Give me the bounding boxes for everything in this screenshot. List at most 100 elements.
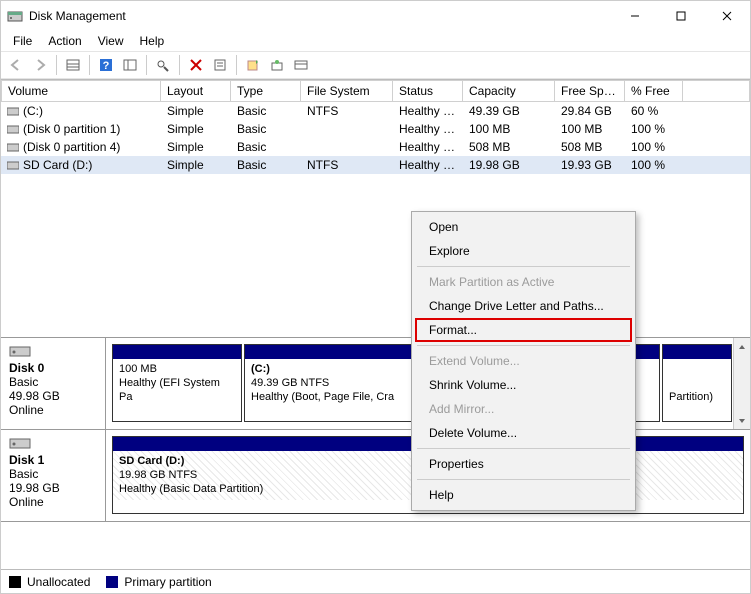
legend: Unallocated Primary partition	[1, 569, 750, 593]
delete-button[interactable]	[185, 54, 207, 76]
vol-type: Basic	[231, 120, 301, 138]
col-status[interactable]: Status	[393, 80, 463, 102]
wizard-button[interactable]	[266, 54, 288, 76]
disk-icon	[9, 436, 31, 450]
ctx-properties[interactable]: Properties	[415, 452, 632, 476]
ctx-separator	[417, 448, 630, 449]
settings-button[interactable]	[119, 54, 141, 76]
view-list-button[interactable]	[62, 54, 84, 76]
help-button[interactable]: ?	[95, 54, 117, 76]
vol-cap: 508 MB	[463, 138, 555, 156]
vol-free: 19.93 GB	[555, 156, 625, 174]
vol-free: 100 MB	[555, 120, 625, 138]
partition-status: Partition)	[669, 391, 713, 403]
vol-type: Basic	[231, 138, 301, 156]
vol-cap: 49.39 GB	[463, 102, 555, 120]
disk-kind: Basic	[9, 375, 38, 389]
app-icon	[7, 8, 23, 24]
vol-name: SD Card (D:)	[23, 158, 92, 172]
ctx-explore[interactable]: Explore	[415, 239, 632, 263]
partition-status: Healthy (Basic Data Partition)	[119, 483, 263, 495]
volume-row[interactable]: (Disk 0 partition 1)SimpleBasicHealthy (…	[1, 120, 750, 138]
close-button[interactable]	[704, 1, 750, 31]
svg-text:?: ?	[103, 60, 110, 72]
minimize-button[interactable]	[612, 1, 658, 31]
refresh-button[interactable]	[152, 54, 174, 76]
partition-size: 100 MB	[119, 363, 157, 375]
col-layout[interactable]: Layout	[161, 80, 231, 102]
vol-layout: Simple	[161, 120, 231, 138]
col-volume[interactable]: Volume	[1, 80, 161, 102]
volume-row[interactable]: SD Card (D:)SimpleBasicNTFSHealthy (B...…	[1, 156, 750, 174]
menu-file[interactable]: File	[5, 32, 40, 50]
ctx-separator	[417, 266, 630, 267]
ctx-format[interactable]: Format...	[415, 318, 632, 342]
vol-status: Healthy (B...	[393, 156, 463, 174]
vol-pct: 100 %	[625, 120, 683, 138]
disk-row-0: Disk 0 Basic 49.98 GB Online 100 MB Heal…	[1, 338, 750, 430]
maximize-button[interactable]	[658, 1, 704, 31]
vol-layout: Simple	[161, 156, 231, 174]
col-pctfree[interactable]: % Free	[625, 80, 683, 102]
ctx-extend: Extend Volume...	[415, 349, 632, 373]
volume-row[interactable]: (C:)SimpleBasicNTFSHealthy (B...49.39 GB…	[1, 102, 750, 120]
scrollbar-vertical[interactable]	[733, 338, 750, 429]
menu-help[interactable]: Help	[132, 32, 173, 50]
vol-free: 29.84 GB	[555, 102, 625, 120]
ctx-open[interactable]: Open	[415, 215, 632, 239]
partition-efi[interactable]: 100 MB Healthy (EFI System Pa	[112, 344, 242, 422]
volume-row[interactable]: (Disk 0 partition 4)SimpleBasicHealthy (…	[1, 138, 750, 156]
list-button[interactable]	[290, 54, 312, 76]
partition-header	[113, 345, 241, 359]
disk-size: 49.98 GB	[9, 389, 60, 403]
vol-cap: 19.98 GB	[463, 156, 555, 174]
partition-size: 19.98 GB NTFS	[119, 469, 197, 481]
disk-label-0[interactable]: Disk 0 Basic 49.98 GB Online	[1, 338, 106, 429]
partition-status: Healthy (EFI System Pa	[119, 377, 220, 403]
properties-button[interactable]	[209, 54, 231, 76]
partition-recovery[interactable]: Partition)	[662, 344, 732, 422]
vol-free: 508 MB	[555, 138, 625, 156]
vol-fs: NTFS	[301, 102, 393, 120]
titlebar[interactable]: Disk Management	[1, 1, 750, 31]
disk-title: Disk 1	[9, 453, 44, 467]
menubar: File Action View Help	[1, 31, 750, 51]
toolbar-separator	[89, 55, 90, 75]
toolbar-separator	[236, 55, 237, 75]
col-type[interactable]: Type	[231, 80, 301, 102]
col-filesystem[interactable]: File System	[301, 80, 393, 102]
disk-row-1: Disk 1 Basic 19.98 GB Online SD Card (D:…	[1, 430, 750, 522]
action-button[interactable]	[242, 54, 264, 76]
disk-size: 19.98 GB	[9, 481, 60, 495]
partition-name: SD Card (D:)	[119, 455, 184, 467]
toolbar-separator	[56, 55, 57, 75]
ctx-change-letter[interactable]: Change Drive Letter and Paths...	[415, 294, 632, 318]
scroll-down-icon[interactable]	[734, 412, 751, 429]
vol-layout: Simple	[161, 102, 231, 120]
toolbar-separator	[179, 55, 180, 75]
vol-fs: NTFS	[301, 156, 393, 174]
toolbar: ?	[1, 51, 750, 79]
ctx-help[interactable]: Help	[415, 483, 632, 507]
volume-list-header: Volume Layout Type File System Status Ca…	[1, 80, 750, 102]
vol-pct: 100 %	[625, 138, 683, 156]
legend-primary: Primary partition	[106, 575, 211, 589]
forward-button[interactable]	[29, 54, 51, 76]
disk-icon	[9, 344, 31, 358]
vol-status: Healthy (R...	[393, 138, 463, 156]
back-button[interactable]	[5, 54, 27, 76]
menu-view[interactable]: View	[90, 32, 132, 50]
ctx-shrink[interactable]: Shrink Volume...	[415, 373, 632, 397]
vol-fs	[301, 120, 393, 138]
col-freespace[interactable]: Free Spa...	[555, 80, 625, 102]
legend-unallocated: Unallocated	[9, 575, 90, 589]
ctx-separator	[417, 345, 630, 346]
scroll-up-icon[interactable]	[734, 338, 751, 355]
col-capacity[interactable]: Capacity	[463, 80, 555, 102]
disk-label-1[interactable]: Disk 1 Basic 19.98 GB Online	[1, 430, 106, 521]
disk-kind: Basic	[9, 467, 38, 481]
menu-action[interactable]: Action	[40, 32, 89, 50]
ctx-delete[interactable]: Delete Volume...	[415, 421, 632, 445]
partition-name: (C:)	[251, 363, 270, 375]
vol-name: (C:)	[23, 104, 43, 118]
